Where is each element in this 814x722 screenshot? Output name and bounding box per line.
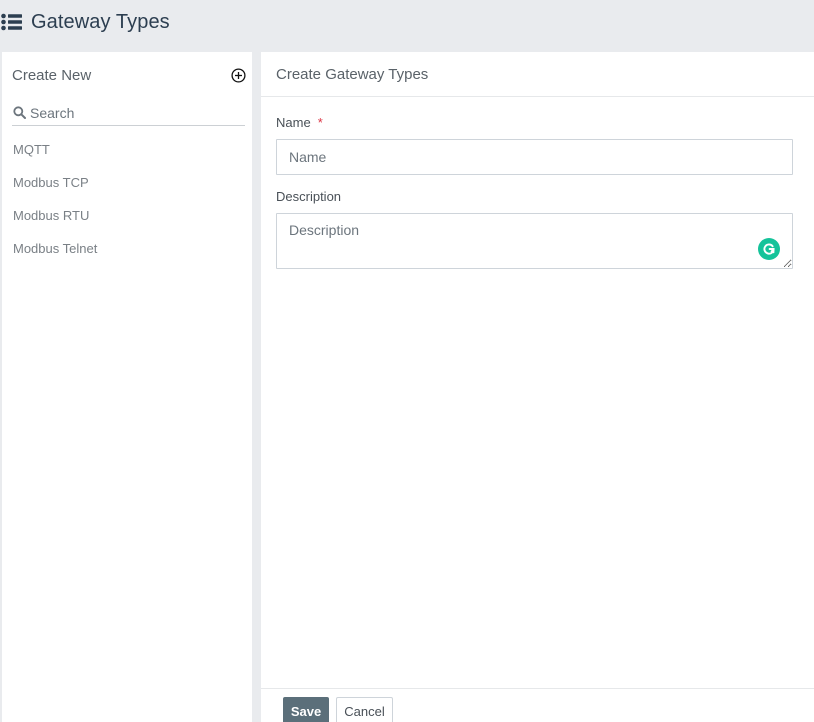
grammarly-icon[interactable] <box>758 238 780 260</box>
list-item[interactable]: Modbus RTU <box>13 206 243 239</box>
panel-header: Create Gateway Types <box>261 52 814 97</box>
search-icon <box>13 106 26 119</box>
required-mark: * <box>317 114 323 130</box>
create-new-label: Create New <box>12 66 92 84</box>
description-label-row: Description <box>276 188 793 204</box>
gateway-type-form: Name * Description <box>276 114 793 269</box>
name-label: Name <box>276 114 311 130</box>
list-item[interactable]: Modbus TCP <box>13 173 243 206</box>
app-window: Gateway Types Create New MQT <box>0 0 814 722</box>
sidebar: Create New MQTT Modbus TCP Modbus <box>2 52 252 722</box>
form-footer: Save Cancel <box>261 688 814 722</box>
create-new-row: Create New <box>12 64 246 86</box>
list-item[interactable]: Modbus Telnet <box>13 239 243 272</box>
name-label-row: Name * <box>276 114 793 130</box>
save-button[interactable]: Save <box>283 697 329 722</box>
description-label: Description <box>276 188 342 204</box>
description-textarea[interactable] <box>276 213 793 269</box>
cancel-button[interactable]: Cancel <box>336 697 393 722</box>
search-box <box>12 100 245 126</box>
page-header: Gateway Types <box>0 0 814 44</box>
name-input[interactable] <box>276 139 793 175</box>
list-icon <box>1 13 23 31</box>
plus-circle-icon[interactable] <box>231 67 246 83</box>
gateway-type-list: MQTT Modbus TCP Modbus RTU Modbus Telnet <box>13 140 243 272</box>
main-panel: Create Gateway Types Name * Description <box>261 52 814 722</box>
description-field <box>276 213 793 269</box>
page-title: Gateway Types <box>31 10 170 33</box>
panel-title: Create Gateway Types <box>276 65 429 83</box>
search-input[interactable] <box>30 101 230 124</box>
list-item[interactable]: MQTT <box>13 140 243 173</box>
